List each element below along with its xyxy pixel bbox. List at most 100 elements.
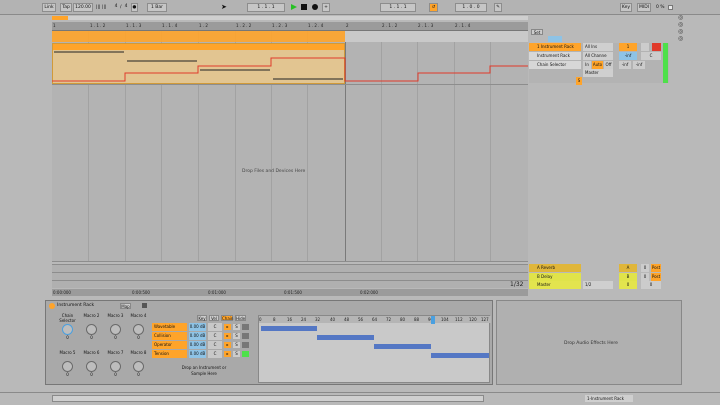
track-1-solo[interactable] — [641, 43, 649, 51]
automation-envelope[interactable] — [52, 43, 528, 84]
macro-3[interactable]: Macro 3 0 — [105, 311, 126, 340]
pencil-icon[interactable]: ✎ — [494, 3, 502, 12]
chain-pan[interactable]: C — [208, 341, 222, 349]
chain-volume[interactable]: 0.00 dB — [189, 341, 206, 349]
track-3-output[interactable]: Master — [583, 69, 613, 77]
return-b-name[interactable]: B Delay — [529, 273, 581, 281]
key-map-button[interactable]: Key — [620, 3, 632, 12]
play-button[interactable] — [291, 4, 297, 10]
chain-volume[interactable]: 0.00 dB — [189, 323, 206, 331]
chain-volume[interactable]: 0.00 dB — [189, 350, 206, 358]
track-2-name[interactable]: Instrument Rack — [529, 52, 581, 60]
track-1-solo-s[interactable]: S — [576, 77, 582, 85]
zone-bar[interactable] — [431, 353, 489, 358]
link-button[interactable]: Link — [42, 3, 56, 12]
macro-knob[interactable] — [110, 361, 121, 372]
return-a-letter[interactable]: A — [619, 264, 637, 272]
track-1-sends-b[interactable]: -inf — [633, 61, 645, 69]
rack-map-button[interactable]: Map — [120, 303, 131, 309]
sig-numerator[interactable]: 4 — [113, 3, 119, 12]
macro-knob[interactable] — [62, 324, 73, 335]
overview-strip[interactable] — [52, 16, 528, 20]
chain-name[interactable]: Operator — [152, 341, 187, 349]
chain-pan[interactable]: C — [208, 323, 222, 331]
chain-row[interactable]: Tension 0.00 dB C ▸ S — [152, 350, 254, 358]
loop-start-field[interactable]: 1 . 1 . 1 — [380, 3, 416, 12]
macro-4[interactable]: Macro 4 0 — [128, 311, 149, 340]
return-a-name[interactable]: A Reverb — [529, 264, 581, 272]
chain-pan[interactable]: C — [208, 332, 222, 340]
master-pan[interactable]: 0 — [641, 281, 661, 289]
chain-power-icon[interactable] — [242, 351, 249, 357]
chain-hide-button[interactable]: Hide — [235, 315, 246, 321]
stop-button[interactable] — [301, 4, 307, 10]
zone-bar[interactable] — [317, 335, 374, 340]
monitor-off[interactable]: Off — [604, 61, 613, 69]
loop-length-field[interactable]: 1 . 0 . 0 — [455, 3, 487, 12]
track-1-arm[interactable] — [652, 43, 661, 51]
beat-ruler[interactable]: 1 1 . 1 . 2 1 . 1 . 3 1 . 1 . 4 1 . 2 1 … — [52, 22, 528, 31]
macro-knob[interactable] — [133, 324, 144, 335]
macro-6[interactable]: Macro 6 0 — [81, 348, 102, 377]
chain-s-button[interactable]: S — [233, 333, 240, 339]
arrangement-position[interactable]: 1 . 1 . 1 — [247, 3, 285, 12]
return-b-letter[interactable]: B — [619, 273, 637, 281]
chain-name[interactable]: Collision — [152, 332, 187, 340]
status-device-label[interactable]: 1-Instrument Rack — [585, 395, 633, 402]
track-1-channel[interactable]: All Channe — [583, 52, 613, 60]
chain-s-button[interactable]: S — [233, 342, 240, 348]
midi-map-button[interactable]: MIDI — [637, 3, 651, 12]
chain-pan[interactable]: C — [208, 350, 222, 358]
macro-knob[interactable] — [86, 324, 97, 335]
master-cue[interactable]: 1/2 — [583, 281, 613, 289]
chain-key-button[interactable]: Key — [197, 315, 207, 321]
return-a-post[interactable]: Post — [651, 264, 661, 272]
chain-s-button[interactable]: S — [233, 324, 240, 330]
chain-solo-icon[interactable]: ▸ — [224, 351, 231, 357]
monitor-in[interactable]: In — [583, 61, 591, 69]
track-1-sends[interactable]: -inf — [619, 61, 631, 69]
return-b-post[interactable]: Post — [651, 273, 661, 281]
track-view-toggles[interactable] — [548, 36, 562, 42]
tempo-field[interactable]: 120.00 — [73, 3, 93, 12]
chain-s-button[interactable]: S — [233, 351, 240, 357]
macro-2[interactable]: Macro 2 0 — [81, 311, 102, 340]
loop-toggle[interactable]: ↺ — [429, 3, 438, 12]
chain-power-icon[interactable] — [242, 324, 249, 330]
chain-name[interactable]: Wavetable — [152, 323, 187, 331]
audio-effects-drop[interactable]: Drop Audio Effects Here — [496, 300, 682, 385]
track-1-input[interactable]: All Ins — [583, 43, 613, 51]
metronome-icon[interactable]: ● — [131, 3, 138, 12]
zone-bar[interactable] — [261, 326, 317, 331]
chain-solo-icon[interactable]: ▸ — [224, 324, 231, 330]
tempo-nudge-icon[interactable]: ||| ||| — [96, 3, 107, 12]
chain-chain-button[interactable]: Chain — [221, 315, 233, 321]
chain-solo-icon[interactable]: ▸ — [224, 333, 231, 339]
chain-row[interactable]: Wavetable 0.00 dB C ▸ S — [152, 323, 254, 331]
scroll-side-icons[interactable]: ◎ ◎ ◎ ◎ — [678, 14, 686, 44]
arrangement-view[interactable]: Drop Files and Devices Here — [52, 31, 528, 262]
track-1-pan[interactable]: C — [641, 52, 661, 60]
set-button[interactable]: Set — [531, 29, 543, 35]
chain-name[interactable]: Tension — [152, 350, 187, 358]
macro-8[interactable]: Macro 8 0 — [128, 348, 149, 377]
monitor-auto[interactable]: Auto — [592, 61, 603, 69]
time-ruler[interactable]: 0:00:000 0:00:500 0:01:000 0:01:500 0:02… — [52, 289, 528, 296]
chain-volume[interactable]: 0.00 dB — [189, 332, 206, 340]
master-name[interactable]: Master — [529, 281, 581, 289]
chain-power-icon[interactable] — [242, 333, 249, 339]
track-1-name[interactable]: 1 Instrument Rack — [529, 43, 581, 51]
tap-button[interactable]: Tap — [60, 3, 72, 12]
return-a-vol[interactable]: 0 — [641, 264, 649, 272]
rack-save-icon[interactable] — [142, 303, 147, 308]
chain-selector-marker[interactable] — [431, 316, 435, 324]
macro-7[interactable]: Macro 7 0 — [105, 348, 126, 377]
chain-row[interactable]: Operator 0.00 dB C ▸ S — [152, 341, 254, 349]
record-button[interactable] — [312, 4, 318, 10]
master-vol[interactable]: 0 — [619, 281, 637, 289]
rack-power-icon[interactable] — [49, 303, 55, 309]
overdub-icon[interactable]: + — [322, 3, 330, 12]
chain-vel-button[interactable]: Vel — [209, 315, 219, 321]
macro-knob[interactable] — [133, 361, 144, 372]
macro-5[interactable]: Macro 5 0 — [57, 348, 78, 377]
